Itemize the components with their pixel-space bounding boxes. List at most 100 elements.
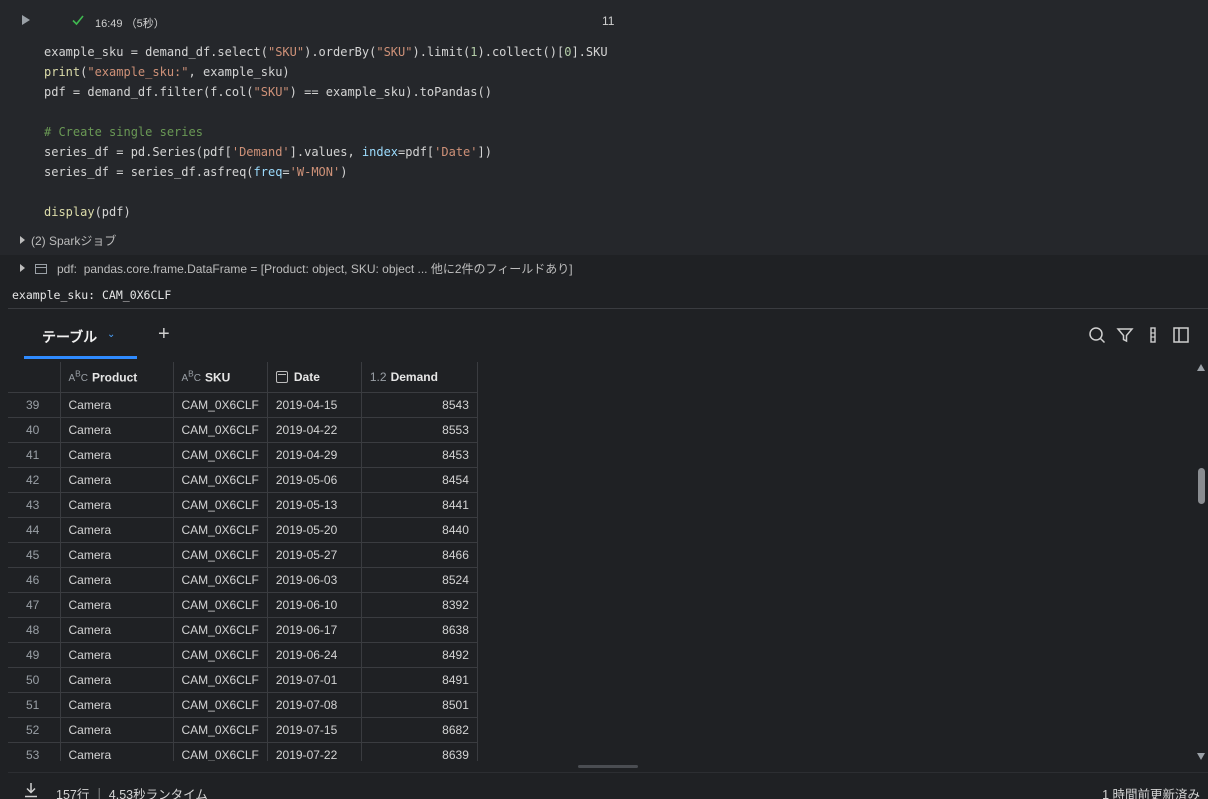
column-header-sku[interactable]: ABC SKU — [173, 362, 268, 393]
code-line: # Create single series — [44, 122, 608, 142]
data-table: ABC Product ABC SKU Date 1.2 Demand 39 Camer… — [8, 362, 478, 761]
table-row[interactable]: 44 Camera CAM_0X6CLF 2019-05-20 8440 — [8, 517, 478, 543]
column-header-demand[interactable]: 1.2 Demand — [361, 362, 478, 393]
table-row[interactable]: 53 Camera CAM_0X6CLF 2019-07-22 8639 — [8, 742, 478, 761]
code-token: "SKU" — [376, 45, 413, 59]
cell-date: 2019-05-20 — [267, 517, 362, 543]
column-header-date[interactable]: Date — [267, 362, 362, 393]
scrollbar-thumb[interactable] — [1198, 468, 1205, 504]
code-editor[interactable]: example_sku = demand_df.select("SKU").or… — [44, 42, 608, 222]
cell-product: Camera — [60, 392, 174, 418]
table-row[interactable]: 41 Camera CAM_0X6CLF 2019-04-29 8453 — [8, 442, 478, 468]
cell-demand: 8466 — [361, 542, 478, 568]
cell-sku: CAM_0X6CLF — [173, 442, 268, 468]
cell-demand: 8392 — [361, 592, 478, 618]
code-line: display(pdf) — [44, 202, 608, 222]
filter-icon[interactable] — [1116, 326, 1134, 344]
table-row[interactable]: 51 Camera CAM_0X6CLF 2019-07-08 8501 — [8, 692, 478, 718]
index-column-header — [8, 362, 61, 393]
table-row[interactable]: 46 Camera CAM_0X6CLF 2019-06-03 8524 — [8, 567, 478, 593]
tab-table[interactable]: テーブル ⌄ — [24, 309, 137, 360]
code-token: ) == example_sku).toPandas() — [289, 85, 492, 99]
cell-demand: 8453 — [361, 442, 478, 468]
code-token: "SKU" — [267, 45, 305, 59]
code-token: ]) — [477, 145, 492, 159]
result-toolbar: テーブル ⌄ + — [8, 309, 1208, 361]
row-index: 50 — [8, 667, 61, 693]
cell-product: Camera — [60, 667, 174, 693]
chevron-down-icon[interactable]: ⌄ — [107, 329, 115, 340]
data-table-container[interactable]: ABC Product ABC SKU Date 1.2 Demand 39 Camer… — [8, 362, 1196, 761]
code-token: ) — [340, 165, 348, 179]
cell-sku: CAM_0X6CLF — [173, 617, 268, 643]
cell-product: Camera — [60, 542, 174, 568]
code-line: series_df = pd.Series(pdf['Demand'].valu… — [44, 142, 608, 162]
row-index: 40 — [8, 417, 61, 443]
check-icon — [72, 15, 84, 26]
search-icon[interactable] — [1088, 326, 1106, 344]
download-icon[interactable] — [24, 782, 38, 798]
cell-date: 2019-04-29 — [267, 442, 362, 468]
table-footer: 157行 ｜ 4.53秒ランタイム 1 時間前更新済み — [8, 772, 1208, 799]
cell-product: Camera — [60, 717, 174, 743]
column-header-label: Date — [293, 369, 320, 384]
cell-date: 2019-05-06 — [267, 467, 362, 493]
column-settings-icon[interactable] — [1144, 326, 1162, 344]
table-row[interactable]: 47 Camera CAM_0X6CLF 2019-06-10 8392 — [8, 592, 478, 618]
table-row[interactable]: 48 Camera CAM_0X6CLF 2019-06-17 8638 — [8, 617, 478, 643]
scroll-up-icon[interactable] — [1197, 364, 1205, 371]
cell-demand: 8441 — [361, 492, 478, 518]
table-row[interactable]: 43 Camera CAM_0X6CLF 2019-05-13 8441 — [8, 492, 478, 518]
table-row[interactable]: 49 Camera CAM_0X6CLF 2019-06-24 8492 — [8, 642, 478, 668]
column-header-product[interactable]: ABC Product — [60, 362, 174, 393]
code-token: ).limit( — [412, 45, 471, 59]
scroll-down-icon[interactable] — [1197, 753, 1205, 760]
vertical-scrollbar[interactable] — [1196, 364, 1206, 760]
cell-demand: 8543 — [361, 392, 478, 418]
cell-demand: 8638 — [361, 617, 478, 643]
string-type-icon: ABC — [181, 369, 201, 385]
expand-caret-icon — [20, 236, 25, 244]
cell-date: 2019-06-03 — [267, 567, 362, 593]
cell-sku: CAM_0X6CLF — [173, 667, 268, 693]
spark-jobs-toggle[interactable]: (2) Sparkジョブ — [20, 232, 116, 249]
active-tab-indicator — [24, 356, 137, 359]
cell-date: 2019-05-27 — [267, 542, 362, 568]
table-row[interactable]: 45 Camera CAM_0X6CLF 2019-05-27 8466 — [8, 542, 478, 568]
cell-product: Camera — [60, 567, 174, 593]
code-token: , example_sku) — [188, 65, 290, 79]
code-token: index — [361, 145, 399, 159]
string-type-icon: ABC — [68, 369, 88, 385]
run-cell-icon[interactable] — [22, 15, 30, 25]
code-token: ].values, — [289, 145, 362, 159]
cell-product: Camera — [60, 642, 174, 668]
panel-toggle-icon[interactable] — [1172, 326, 1190, 344]
stdout-output: example_sku: CAM_0X6CLF — [12, 288, 172, 302]
cell-sku: CAM_0X6CLF — [173, 692, 268, 718]
table-row[interactable]: 50 Camera CAM_0X6CLF 2019-07-01 8491 — [8, 667, 478, 693]
code-token: = — [282, 165, 290, 179]
code-token: display — [44, 205, 95, 219]
cell-product: Camera — [60, 517, 174, 543]
row-index: 44 — [8, 517, 61, 543]
table-row[interactable]: 52 Camera CAM_0X6CLF 2019-07-15 8682 — [8, 717, 478, 743]
table-icon — [35, 264, 47, 274]
table-row[interactable]: 42 Camera CAM_0X6CLF 2019-05-06 8454 — [8, 467, 478, 493]
row-index: 52 — [8, 717, 61, 743]
column-header-label: SKU — [204, 370, 231, 385]
decimal-type-icon: 1.2 — [369, 369, 387, 384]
code-token: ].SKU — [571, 45, 608, 59]
code-token: 'Date' — [434, 145, 478, 159]
cell-product: Camera — [60, 742, 174, 761]
dataframe-description: pandas.core.frame.DataFrame = [Product: … — [83, 262, 573, 276]
add-visualization-button[interactable]: + — [158, 323, 170, 346]
table-row[interactable]: 39 Camera CAM_0X6CLF 2019-04-15 8543 — [8, 392, 478, 418]
cell-product: Camera — [60, 417, 174, 443]
row-index: 42 — [8, 467, 61, 493]
table-row[interactable]: 40 Camera CAM_0X6CLF 2019-04-22 8553 — [8, 417, 478, 443]
dataframe-schema-toggle[interactable]: pdf: pandas.core.frame.DataFrame = [Prod… — [20, 260, 573, 277]
table-header-row: ABC Product ABC SKU Date 1.2 Demand — [8, 362, 478, 393]
cell-product: Camera — [60, 617, 174, 643]
resize-handle[interactable] — [578, 765, 638, 768]
